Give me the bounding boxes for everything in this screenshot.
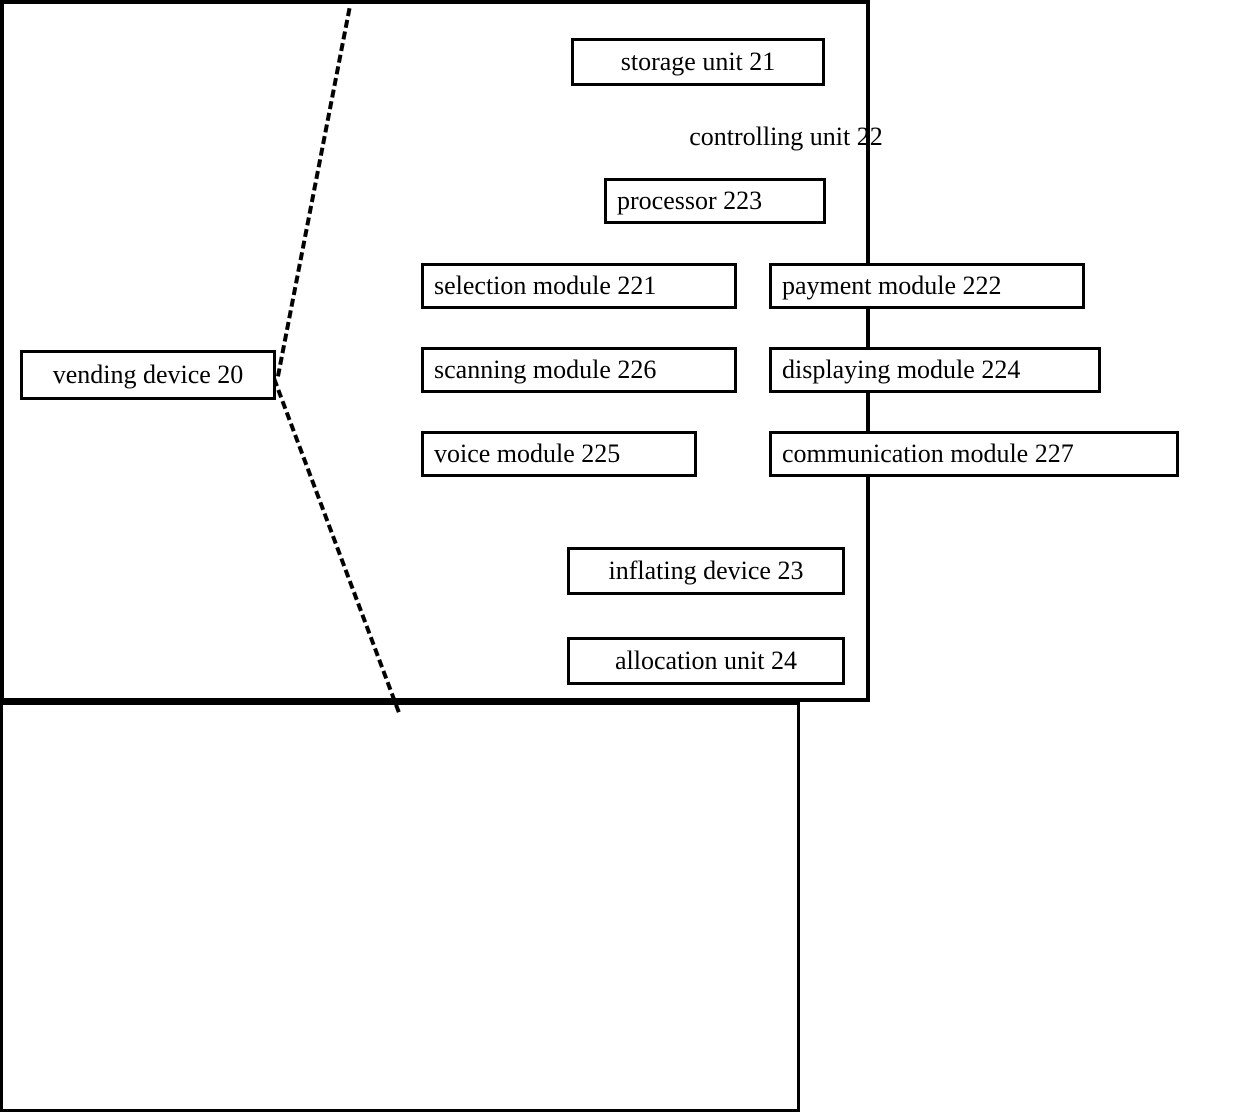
communication-module-label: communication module 227	[782, 439, 1074, 469]
voice-module-box: voice module 225	[421, 431, 697, 477]
allocation-unit-box: allocation unit 24	[567, 637, 845, 685]
vending-device-box: vending device 20	[20, 350, 276, 400]
communication-module-box: communication module 227	[769, 431, 1179, 477]
payment-module-label: payment module 222	[782, 271, 1002, 301]
allocation-unit-label: allocation unit 24	[615, 646, 797, 676]
controlling-unit-label: controlling unit 22	[689, 122, 883, 151]
payment-module-box: payment module 222	[769, 263, 1085, 309]
selection-module-box: selection module 221	[421, 263, 737, 309]
processor-label: processor 223	[617, 186, 762, 216]
controlling-unit-box	[0, 702, 800, 1112]
inflating-device-box: inflating device 23	[567, 547, 845, 595]
scanning-module-label: scanning module 226	[434, 355, 656, 385]
storage-unit-label: storage unit 21	[621, 47, 776, 77]
voice-module-label: voice module 225	[434, 439, 620, 469]
displaying-module-label: displaying module 224	[782, 355, 1020, 385]
scanning-module-box: scanning module 226	[421, 347, 737, 393]
vending-device-label: vending device 20	[53, 360, 244, 390]
selection-module-label: selection module 221	[434, 271, 656, 301]
displaying-module-box: displaying module 224	[769, 347, 1101, 393]
storage-unit-box: storage unit 21	[571, 38, 825, 86]
controlling-unit-title: controlling unit 22	[386, 122, 1186, 152]
diagram-container: vending device 20 storage unit 21 contro…	[0, 0, 1237, 723]
processor-box: processor 223	[604, 178, 826, 224]
inflating-device-label: inflating device 23	[609, 556, 804, 586]
